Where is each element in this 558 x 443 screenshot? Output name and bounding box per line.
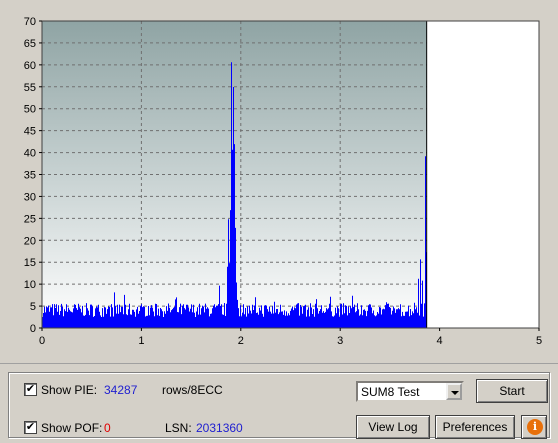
show-pie-label: Show PIE:	[41, 383, 98, 397]
chevron-down-icon[interactable]	[446, 383, 462, 400]
pie-unit: rows/8ECC	[162, 383, 223, 397]
show-pie-checkbox[interactable]: ✔	[24, 383, 37, 396]
lsn-label: LSN:	[165, 421, 192, 435]
y-tick-label: 40	[24, 148, 36, 160]
preferences-button[interactable]: Preferences	[435, 415, 515, 439]
y-tick-label: 10	[24, 279, 36, 291]
test-select-value: SUM8 Test	[361, 385, 420, 399]
x-tick-label: 1	[138, 335, 144, 347]
x-tick-label: 0	[39, 335, 45, 347]
show-pof-label: Show POF:	[41, 421, 103, 435]
y-tick-label: 25	[24, 213, 36, 225]
y-tick-label: 70	[24, 16, 36, 28]
y-tick-label: 5	[30, 301, 36, 313]
y-tick-label: 35	[24, 170, 36, 182]
info-icon: i	[527, 419, 543, 435]
show-pof-checkbox[interactable]: ✔	[24, 421, 37, 434]
y-tick-label: 50	[24, 104, 36, 116]
test-select[interactable]: SUM8 Test	[356, 381, 464, 402]
x-tick-label: 5	[536, 335, 542, 347]
view-log-button[interactable]: View Log	[356, 415, 430, 439]
pof-value: 0	[104, 421, 111, 435]
x-tick-label: 2	[238, 335, 244, 347]
y-tick-label: 45	[24, 126, 36, 138]
y-tick-label: 15	[24, 257, 36, 269]
y-tick-label: 55	[24, 82, 36, 94]
info-button[interactable]: i	[521, 415, 547, 439]
y-tick-label: 30	[24, 191, 36, 203]
y-tick-label: 20	[24, 235, 36, 247]
pie-value: 34287	[104, 383, 138, 397]
x-tick-label: 3	[337, 335, 343, 347]
y-tick-label: 60	[24, 60, 36, 72]
y-tick-label: 65	[24, 38, 36, 50]
y-tick-label: 0	[30, 323, 36, 335]
chart-panel: 0 5 10 15 20 25 30 35 40 45 50 55 60 65 70 0 1 2 3 4 5	[0, 0, 558, 364]
lsn-value: 2031360	[196, 421, 243, 435]
start-button[interactable]: Start	[476, 379, 548, 403]
pie-chart: 05101520253035404550556065700 1 2 3 4 5	[24, 16, 542, 347]
unscanned-region	[426, 21, 539, 328]
x-tick-label: 4	[437, 335, 443, 347]
